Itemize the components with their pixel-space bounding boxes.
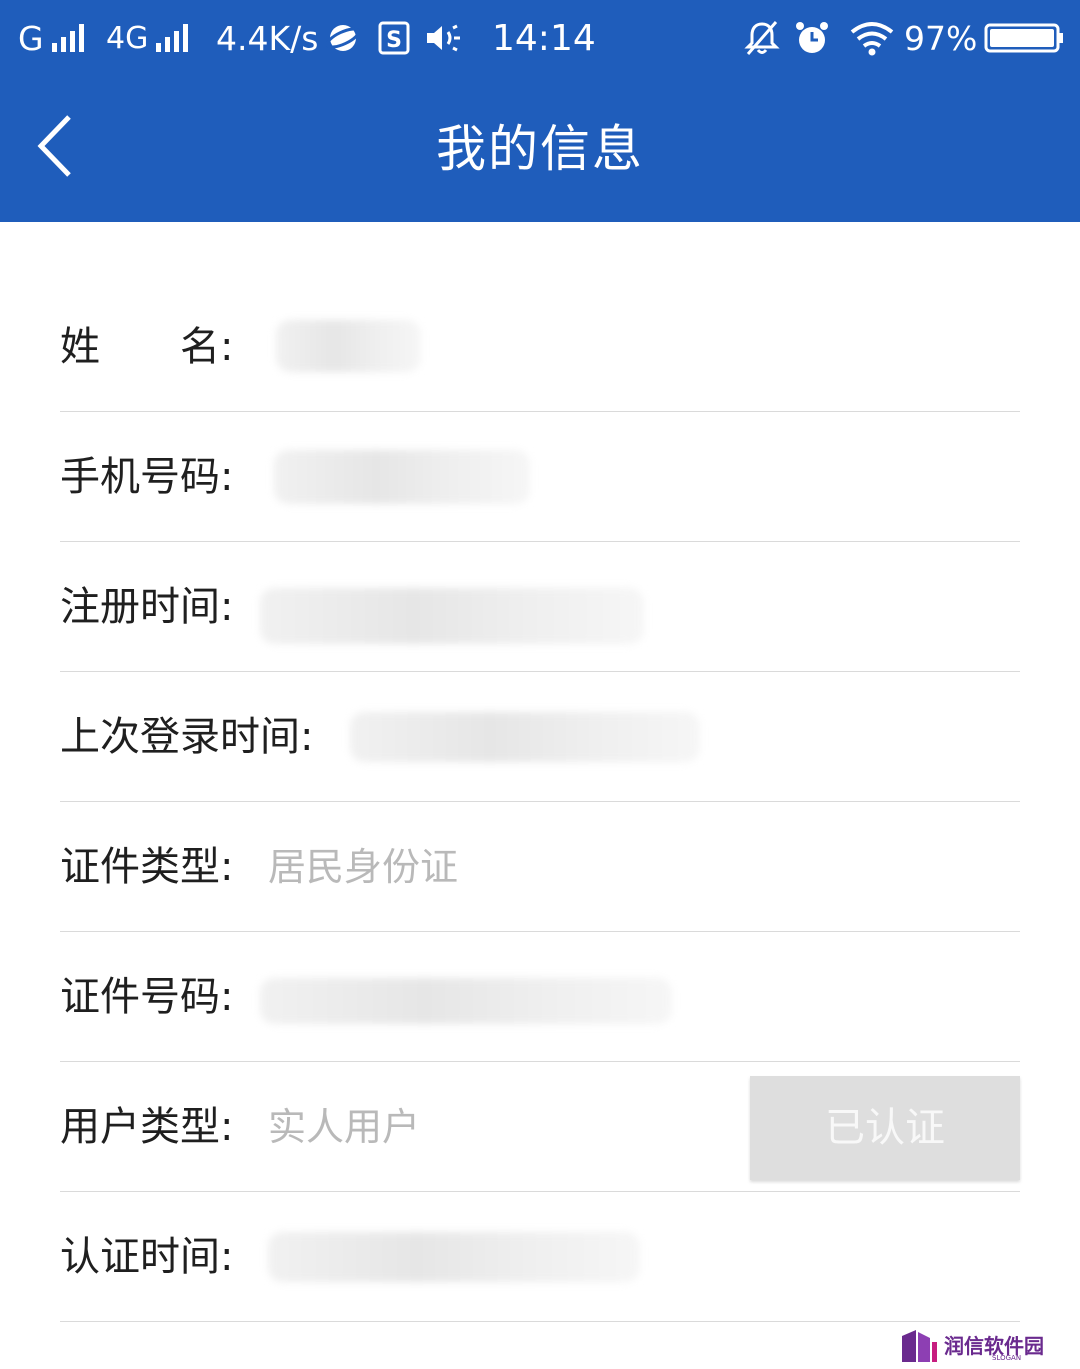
row-id-number: 证件号码: xyxy=(60,932,1020,1062)
label-register-time: 注册时间: xyxy=(60,584,234,630)
title-bar: 我的信息 xyxy=(0,76,1080,222)
app-header: G 4G 4.4K/s S 14:14 97% 我的信息 xyxy=(0,0,1080,222)
blurred-value xyxy=(274,450,530,504)
row-phone: 手机号码: xyxy=(60,412,1020,542)
blurred-value xyxy=(260,978,672,1024)
row-name: 姓 名: xyxy=(60,282,1020,412)
blurred-value xyxy=(260,588,644,644)
signal-sim1: G xyxy=(18,18,84,58)
watermark: 润信软件园 SLOGAN xyxy=(900,1326,1070,1366)
alarm-icon xyxy=(794,18,830,58)
status-bar: G 4G 4.4K/s S 14:14 97% xyxy=(0,0,1080,76)
wifi-icon xyxy=(848,18,896,58)
row-register-time: 注册时间: xyxy=(60,542,1020,672)
label-verify-time: 认证时间: xyxy=(60,1234,234,1280)
row-verify-time: 认证时间: xyxy=(60,1192,1020,1322)
battery-icon xyxy=(984,18,1064,58)
label-phone: 手机号码: xyxy=(60,454,234,500)
network-speed: 4.4K/s xyxy=(216,18,319,58)
blurred-value xyxy=(350,712,700,762)
svg-text:S: S xyxy=(386,28,402,53)
notifications-off-icon xyxy=(744,18,780,58)
value-user-type: 实人用户 xyxy=(268,1105,421,1149)
carrier2-label: 4G xyxy=(106,20,149,56)
verified-button[interactable]: 已认证 xyxy=(750,1076,1020,1180)
value-id-type: 居民身份证 xyxy=(268,845,459,889)
label-last-login: 上次登录时间: xyxy=(60,714,314,760)
label-id-number: 证件号码: xyxy=(60,974,234,1020)
row-id-type: 证件类型: 居民身份证 xyxy=(60,802,1020,932)
label-user-type: 用户类型: xyxy=(60,1104,234,1150)
battery-percent: 97% xyxy=(904,18,978,58)
signal-sim2: 4G xyxy=(106,18,189,58)
label-id-type: 证件类型: xyxy=(60,844,234,890)
signal-bars-icon xyxy=(51,24,84,52)
page-title: 我的信息 xyxy=(436,120,644,178)
watermark-logo-icon xyxy=(902,1330,937,1362)
row-user-type: 用户类型: 实人用户 已认证 xyxy=(60,1062,1020,1192)
row-last-login: 上次登录时间: xyxy=(60,672,1020,802)
volume-icon xyxy=(424,18,464,58)
carrier1-label: G xyxy=(18,18,44,58)
blurred-value xyxy=(276,320,421,372)
watermark-sub: SLOGAN xyxy=(992,1354,1022,1362)
blurred-value xyxy=(268,1232,640,1282)
app-s-icon: S xyxy=(378,18,410,58)
signal-bars-icon xyxy=(156,24,189,52)
clock-time: 14:14 xyxy=(492,17,596,59)
browser-icon xyxy=(326,18,360,58)
label-name: 姓 名: xyxy=(60,324,234,370)
watermark-text: 润信软件园 xyxy=(944,1334,1044,1358)
